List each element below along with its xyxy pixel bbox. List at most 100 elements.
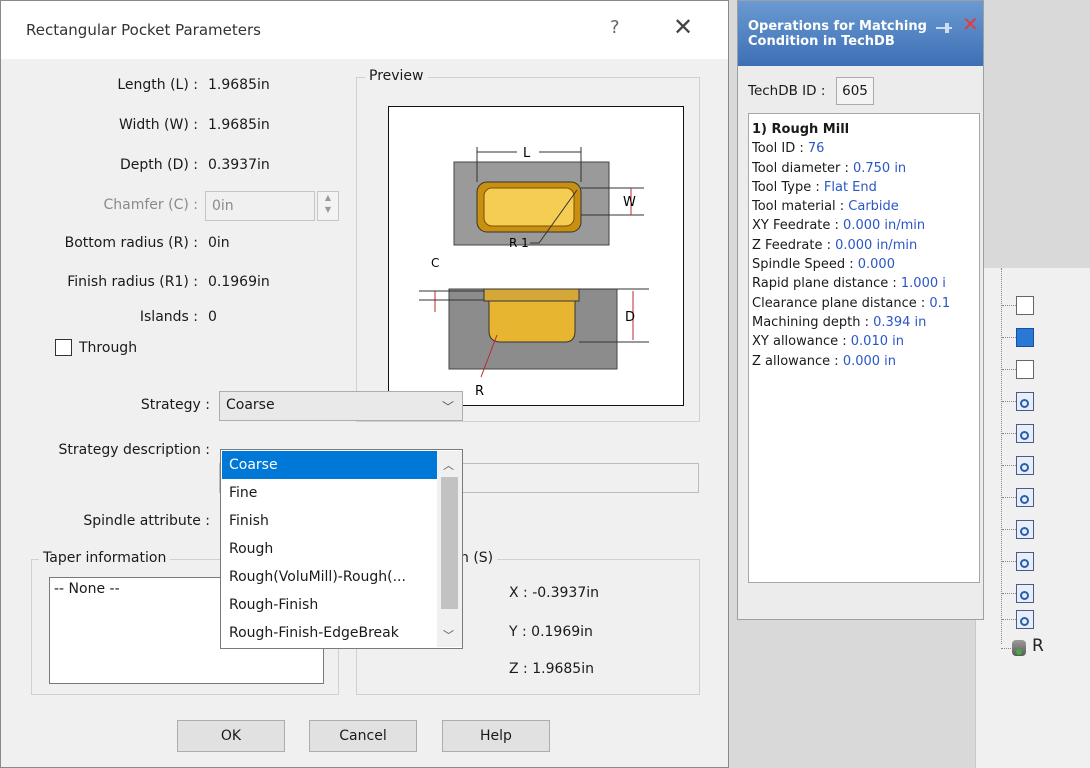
operation-detail-line: Rapid plane distance : 1.000 i [752,274,979,293]
position-z: Z : 1.9685in [509,661,594,677]
bottom-radius-label: Bottom radius (R) : [64,235,198,251]
spindle-attribute-label: Spindle attribute : [83,513,210,529]
taper-list-item[interactable]: -- None -- [54,581,120,597]
close-icon[interactable]: ✕ [962,13,979,35]
through-checkbox[interactable] [55,339,72,356]
operation-detail-key: Spindle Speed : [752,257,858,273]
operation-icon [1016,424,1034,443]
dropdown-option-coarse[interactable]: Coarse [222,451,437,479]
dropdown-option-finish[interactable]: Finish [222,507,437,535]
dropdown-option-fine[interactable]: Fine [222,479,437,507]
scrollbar-thumb[interactable] [441,477,458,609]
operation-detail-line: Z Feedrate : 0.000 in/min [752,236,979,255]
operation-icon [1016,488,1034,507]
operation-detail-value: 0.1 [929,295,951,311]
operation-detail-line: Z allowance : 0.000 in [752,352,979,371]
operation-detail-key: Z Feedrate : [752,237,836,253]
help-icon[interactable]: ? [610,17,620,38]
operation-detail-line: Machining depth : 0.394 in [752,313,979,332]
techdb-id-field[interactable]: 605 [836,77,874,105]
tree-item[interactable] [1002,550,1034,572]
operations-list[interactable]: 1) Rough Mill Tool ID : 76 Tool diameter … [748,113,980,583]
operation-detail-key: Tool diameter : [752,160,853,176]
finish-radius-label: Finish radius (R1) : [67,274,198,290]
tree-item[interactable] [1002,390,1034,412]
length-value: 1.9685in [208,77,270,93]
dropdown-scrollbar[interactable]: ︿ ﹀ [437,451,462,647]
finish-radius-value: 0.1969in [208,274,270,290]
tree-item[interactable] [1002,582,1034,604]
chevron-down-icon[interactable]: ﹀ [442,398,454,415]
width-label: Width (W) : [118,117,198,133]
tree-item[interactable] [1002,608,1034,630]
tree-root-item[interactable]: R [976,636,1090,666]
operation-icon [1016,552,1034,571]
strategy-value: Coarse [226,397,275,413]
operation-detail-value: 0.394 in [873,314,927,330]
operation-icon [1016,584,1034,603]
taper-caption: Taper information [39,550,171,566]
pin-icon[interactable] [936,23,952,33]
position-x: X : -0.3937in [509,585,600,601]
tree-item[interactable] [1002,454,1034,476]
dialog-title: Rectangular Pocket Parameters [26,21,261,39]
islands-label: Islands : [139,309,198,325]
close-button[interactable]: ✕ [673,13,693,41]
help-button[interactable]: Help [442,720,550,752]
operation-detail-value: 1.000 i [900,276,946,292]
through-label[interactable]: Through [79,340,137,356]
tree-item-selected[interactable] [1002,326,1034,348]
operation-detail-value: 0.750 in [852,160,907,176]
rectangular-pocket-dialog: Rectangular Pocket Parameters ? ✕ Length… [0,0,729,768]
tree-item[interactable] [1002,422,1034,444]
tree-item[interactable] [1002,294,1034,316]
techdb-title: Operations for Matching Condition in Tec… [748,19,927,49]
chamfer-spinner[interactable]: ▲ ▼ [317,191,339,221]
operation-detail-value: 0.000 [857,257,895,273]
operation-detail-value: 0.010 in [850,334,904,350]
tree-item[interactable] [1002,518,1034,540]
operation-detail-line: Tool ID : 76 [752,139,979,158]
operation-icon [1016,520,1034,539]
preview-label-c: C [431,256,439,270]
stock-icon [1012,640,1026,656]
feature-icon [1016,328,1034,347]
techdb-panel: Operations for Matching Condition in Tec… [737,0,984,620]
tree-item[interactable] [1002,486,1034,508]
operation-icon [1016,392,1034,411]
operation-detail-key: Z allowance : [752,353,843,369]
strategy-dropdown-list[interactable]: Coarse Fine Finish Rough Rough(VoluMill)… [220,449,463,649]
cancel-button[interactable]: Cancel [309,720,417,752]
dropdown-option-rough[interactable]: Rough [222,535,437,563]
operation-detail-line: Tool diameter : 0.750 in [752,159,979,178]
scroll-down-icon[interactable]: ﹀ [443,627,454,643]
feature-icon [1016,360,1034,379]
operation-detail-value: 0.000 in [842,353,897,369]
strategy-combo[interactable]: Coarse ﹀ [219,391,463,421]
pocket-diagram: L W R 1 C D R [419,146,649,399]
preview-caption: Preview [365,68,428,84]
operation-detail-key: Tool Type : [752,179,824,195]
operation-detail-value: Carbide [848,199,899,215]
scroll-up-icon[interactable]: ︿ [443,457,454,473]
operation-icon [1016,456,1034,475]
dropdown-option-rough-finish-edgebreak[interactable]: Rough-Finish-EdgeBreak [222,619,437,647]
preview-label-d: D [625,310,635,325]
chamfer-value: 0in [212,198,234,214]
tree-item[interactable] [1002,358,1034,380]
chamfer-input[interactable]: 0in [205,191,315,221]
operation-detail-key: XY Feedrate : [752,218,844,234]
operation-detail-line: Spindle Speed : 0.000 [752,255,979,274]
operation-detail-value: Flat End [823,179,877,195]
dropdown-option-rough-finish[interactable]: Rough-Finish [222,591,437,619]
depth-label: Depth (D) : [120,157,198,173]
preview-label-r: R [475,384,484,399]
pocket-preview-image: L W R 1 C D R [388,106,684,406]
operation-heading[interactable]: 1) Rough Mill [752,120,979,139]
operation-detail-key: Clearance plane distance : [752,295,930,311]
operation-detail-line: Tool material : Carbide [752,197,979,216]
operation-detail-key: Rapid plane distance : [752,276,901,292]
dropdown-option-rough-volumill[interactable]: Rough(VoluMill)-Rough(... [222,563,437,591]
ok-button[interactable]: OK [177,720,285,752]
strategy-label: Strategy : [140,397,210,413]
